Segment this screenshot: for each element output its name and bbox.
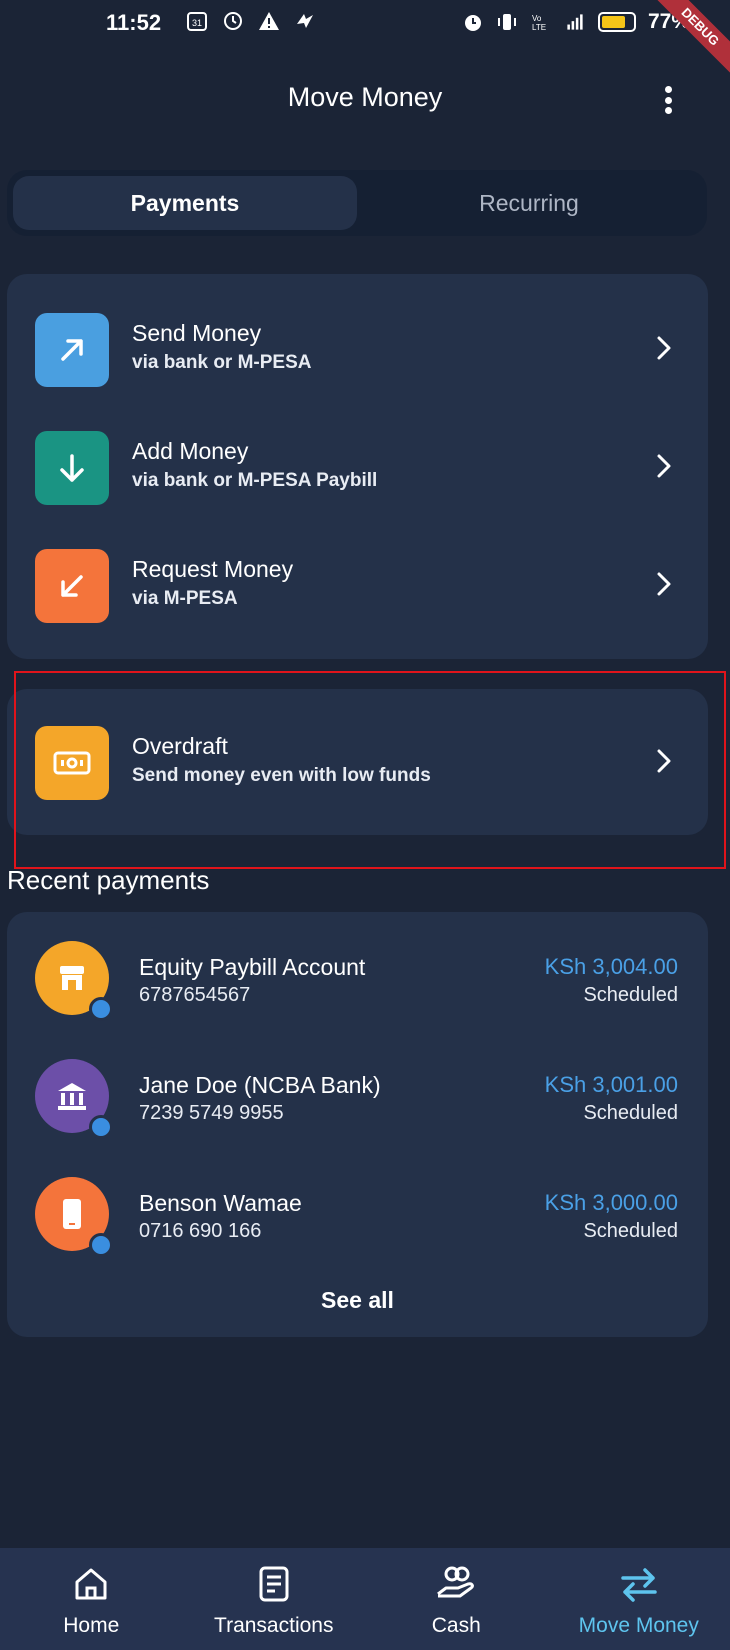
swap-arrows-icon	[617, 1562, 661, 1606]
arrow-up-right-icon	[35, 313, 109, 387]
action-subtitle: via bank or M-PESA	[132, 352, 312, 373]
list-item[interactable]: Jane Doe (NCBA Bank) 7239 5749 9955 KSh …	[7, 1048, 708, 1148]
status-bar: 11:52 31 Vo LTE 77% DEBUG	[0, 0, 730, 78]
chevron-right-icon	[657, 454, 671, 478]
nav-label: Cash	[431, 1614, 481, 1637]
list-item[interactable]: Benson Wamae 0716 690 166 KSh 3,000.00 S…	[7, 1166, 708, 1266]
tab-recurring[interactable]: Recurring	[357, 176, 701, 230]
nav-home[interactable]: Home	[0, 1548, 183, 1650]
tab-bar: Payments Recurring	[7, 170, 707, 236]
status-dot	[89, 1115, 113, 1139]
payee-account: 6787654567	[139, 984, 251, 1006]
request-money-row[interactable]: Request Money via M-PESA	[7, 534, 708, 634]
actions-card: Send Money via bank or M-PESA Add Money …	[7, 274, 708, 659]
payee-account: 0716 690 166	[139, 1220, 262, 1242]
volte-icon: Vo LTE	[530, 11, 552, 33]
payment-amount: KSh 3,004.00	[544, 954, 678, 979]
payee-account: 7239 5749 9955	[139, 1102, 284, 1124]
add-money-row[interactable]: Add Money via bank or M-PESA Paybill	[7, 416, 708, 516]
section-title: Recent payments	[7, 865, 210, 895]
nav-label: Move Money	[578, 1614, 699, 1637]
status-dot	[89, 1233, 113, 1257]
payee-name: Jane Doe (NCBA Bank)	[139, 1072, 381, 1098]
sync-icon	[222, 10, 244, 32]
warning-icon	[258, 10, 280, 32]
svg-text:LTE: LTE	[532, 23, 546, 32]
action-title: Add Money	[132, 438, 249, 464]
nav-transactions[interactable]: Transactions	[183, 1548, 366, 1650]
status-time: 11:52	[106, 10, 162, 35]
payment-status: Scheduled	[583, 1102, 678, 1124]
payment-status: Scheduled	[583, 1220, 678, 1242]
svg-text:Vo: Vo	[532, 14, 542, 23]
action-subtitle: via M-PESA	[132, 588, 238, 609]
arrow-down-icon	[35, 431, 109, 505]
calendar-icon: 31	[186, 10, 208, 32]
action-title: Request Money	[132, 556, 294, 582]
highlight-box	[14, 671, 726, 869]
app-icon	[294, 10, 316, 32]
tab-payments[interactable]: Payments	[13, 176, 357, 230]
signal-4g-icon	[564, 11, 586, 33]
more-vertical-icon[interactable]	[656, 84, 680, 116]
battery-icon	[597, 12, 636, 32]
arrow-down-left-icon	[35, 549, 109, 623]
chevron-right-icon	[657, 336, 671, 360]
action-title: Send Money	[132, 320, 262, 346]
app-header: Move Money	[0, 70, 730, 130]
page-title: Move Money	[287, 82, 443, 112]
send-money-row[interactable]: Send Money via bank or M-PESA	[7, 298, 708, 398]
list-item[interactable]: Equity Paybill Account 6787654567 KSh 3,…	[7, 930, 708, 1030]
payee-name: Benson Wamae	[139, 1190, 302, 1216]
recent-payments-card: Equity Paybill Account 6787654567 KSh 3,…	[7, 912, 708, 1337]
svg-text:31: 31	[192, 18, 202, 28]
payee-name: Equity Paybill Account	[139, 954, 366, 980]
payment-amount: KSh 3,000.00	[544, 1190, 678, 1215]
status-dot	[89, 997, 113, 1021]
receipt-icon	[252, 1562, 296, 1606]
see-all-button[interactable]: See all	[7, 1287, 708, 1314]
alarm-icon	[462, 11, 484, 33]
home-icon	[69, 1562, 113, 1606]
nav-move-money[interactable]: Move Money	[548, 1548, 730, 1650]
nav-label: Transactions	[214, 1614, 334, 1637]
vibrate-icon	[496, 11, 518, 33]
action-subtitle: via bank or M-PESA Paybill	[132, 470, 378, 491]
chevron-right-icon	[657, 572, 671, 596]
payment-status: Scheduled	[583, 984, 678, 1006]
payment-amount: KSh 3,001.00	[544, 1072, 678, 1097]
cash-hand-icon	[434, 1562, 478, 1606]
bottom-nav: Home Transactions Cash Move Money	[0, 1548, 730, 1650]
nav-cash[interactable]: Cash	[365, 1548, 548, 1650]
nav-label: Home	[63, 1614, 120, 1637]
